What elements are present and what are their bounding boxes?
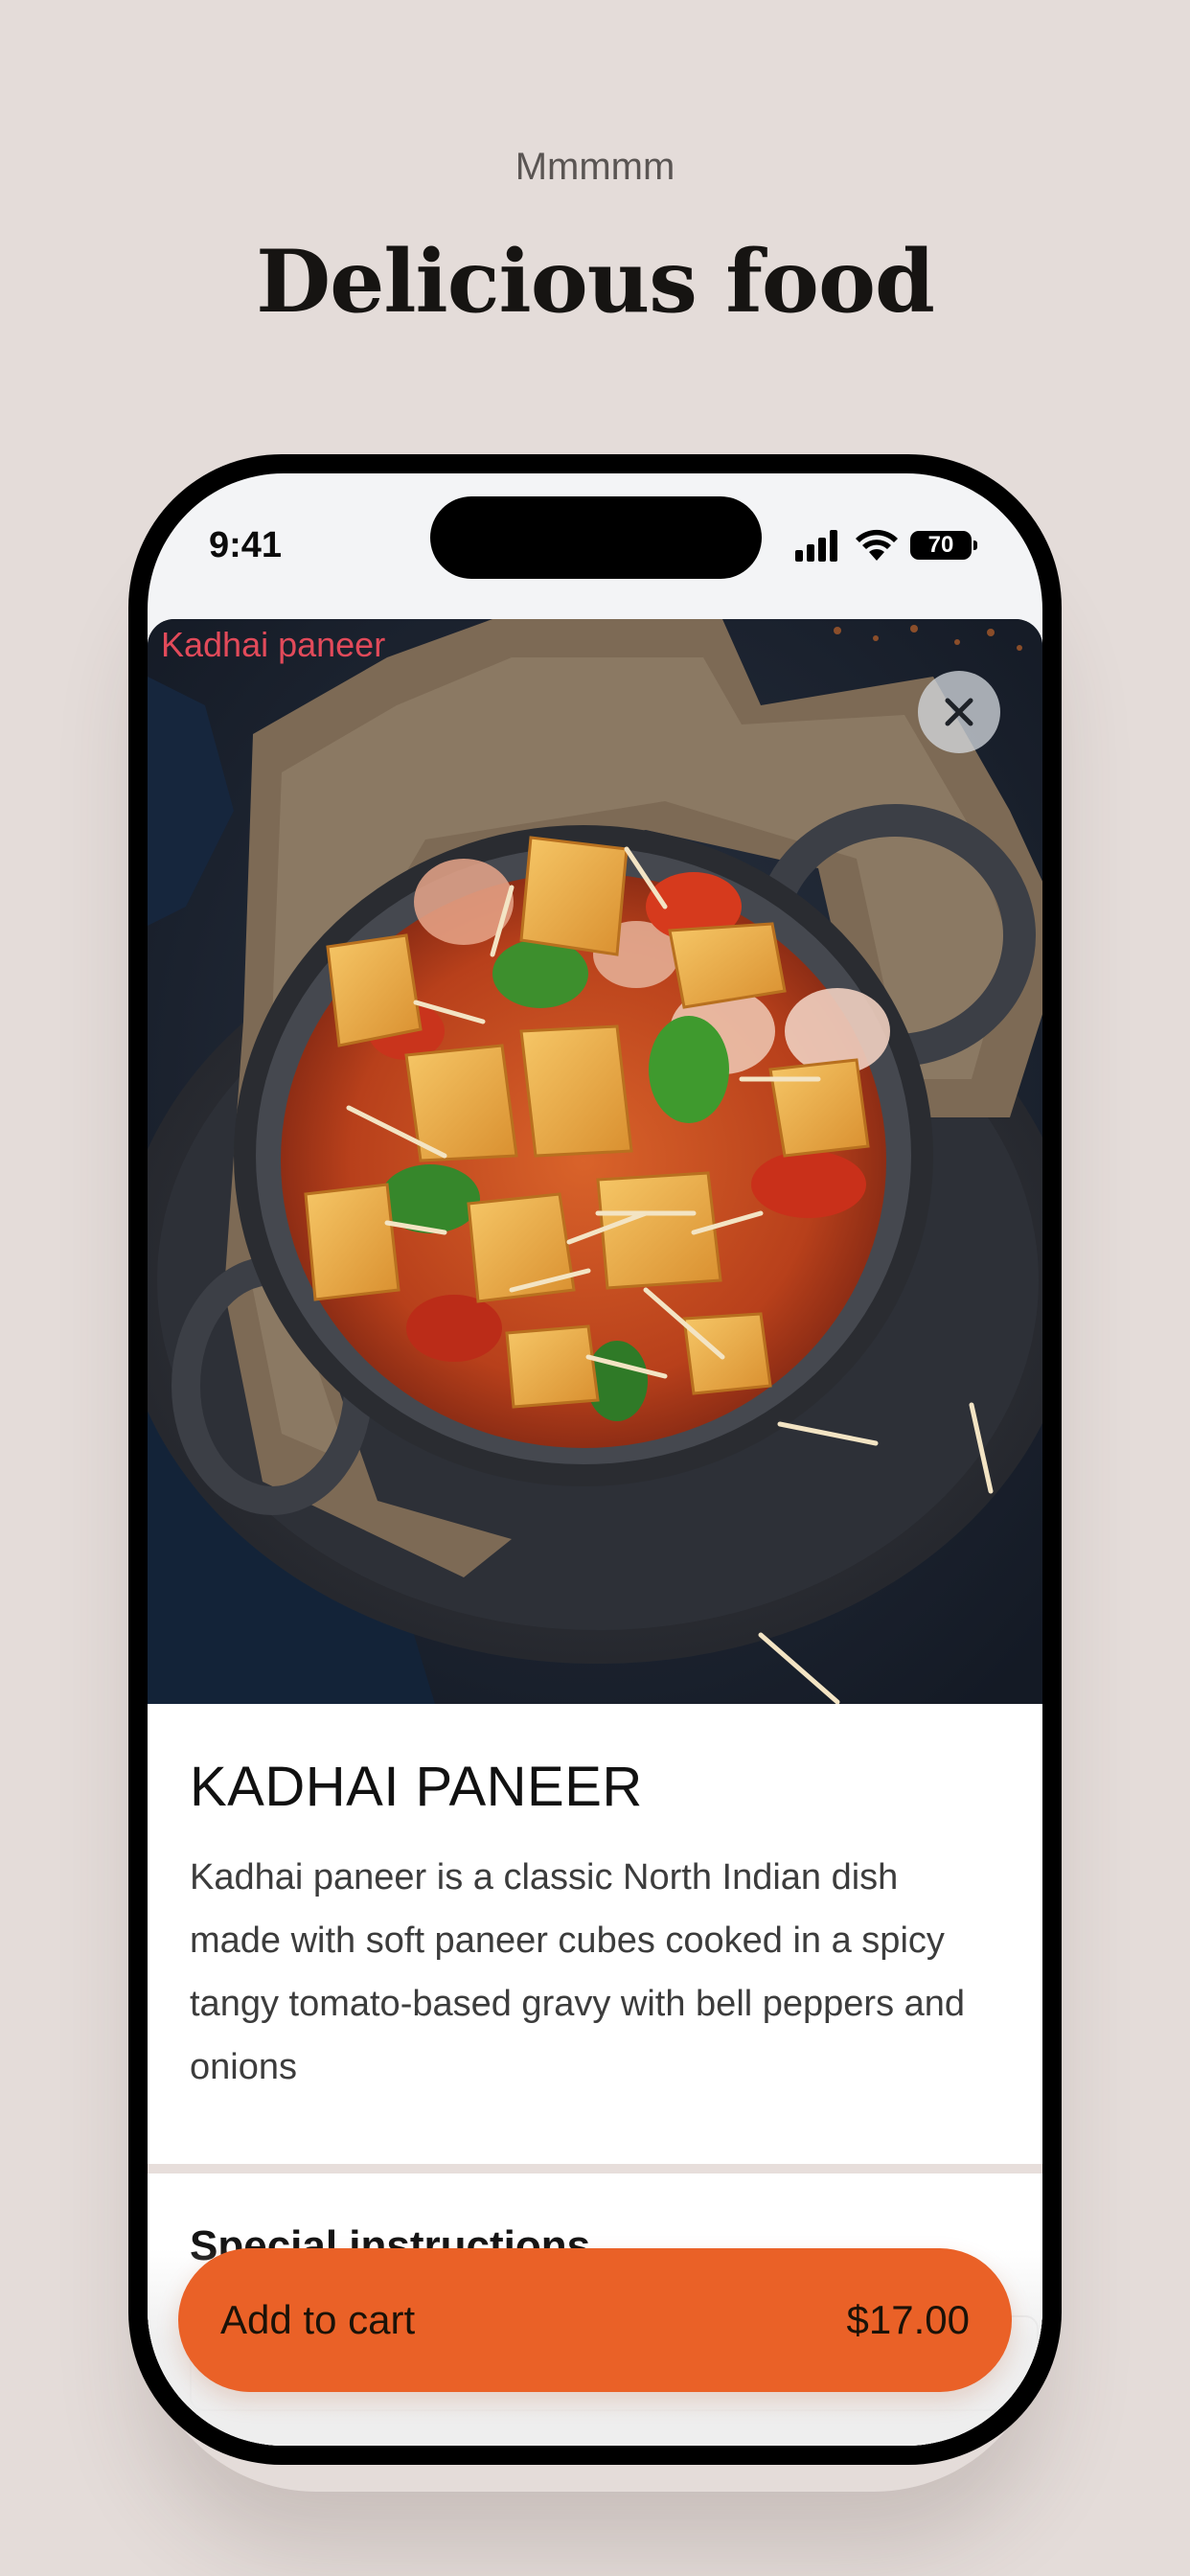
battery-tip [973, 540, 977, 550]
product-sheet: Kadhai paneer KADHAI PANEER Kadhai panee… [148, 619, 1042, 2446]
product-description: Kadhai paneer is a classic North Indian … [190, 1857, 966, 2087]
page-eyebrow: Mmmmm [515, 146, 675, 188]
cart-price: $17.00 [846, 2297, 970, 2342]
add-to-cart-button[interactable]: Add to cart $17.00 [178, 2248, 1012, 2392]
product-info: KADHAI PANEER Kadhai paneer is a classic… [148, 1704, 1042, 2145]
close-button[interactable] [918, 671, 1000, 753]
status-time: 9:41 [209, 525, 283, 565]
phone-frame: 9:41 70 Kadhai paneer KADHAI PANEER Kadh… [128, 454, 1062, 2465]
phone-screen: 9:41 70 Kadhai paneer KADHAI PANEER Kadh… [148, 473, 1042, 2446]
food-photo [148, 619, 1042, 1704]
dynamic-island [430, 496, 762, 579]
product-title: KADHAI PANEER [190, 1756, 643, 1818]
wifi-icon [856, 529, 898, 561]
status-icons: 70 [795, 529, 987, 567]
page-headline: Delicious food [256, 231, 935, 333]
battery-level: 70 [910, 531, 972, 560]
product-image: Kadhai paneer [148, 619, 1042, 1704]
add-to-cart-label: Add to cart [220, 2297, 416, 2342]
signal-icon [795, 530, 837, 562]
close-icon [945, 698, 973, 726]
status-bar: 9:41 70 [148, 473, 1042, 608]
image-alt-text: Kadhai paneer [161, 625, 386, 664]
section-divider [148, 2164, 1042, 2174]
battery-icon: 70 [910, 529, 981, 562]
